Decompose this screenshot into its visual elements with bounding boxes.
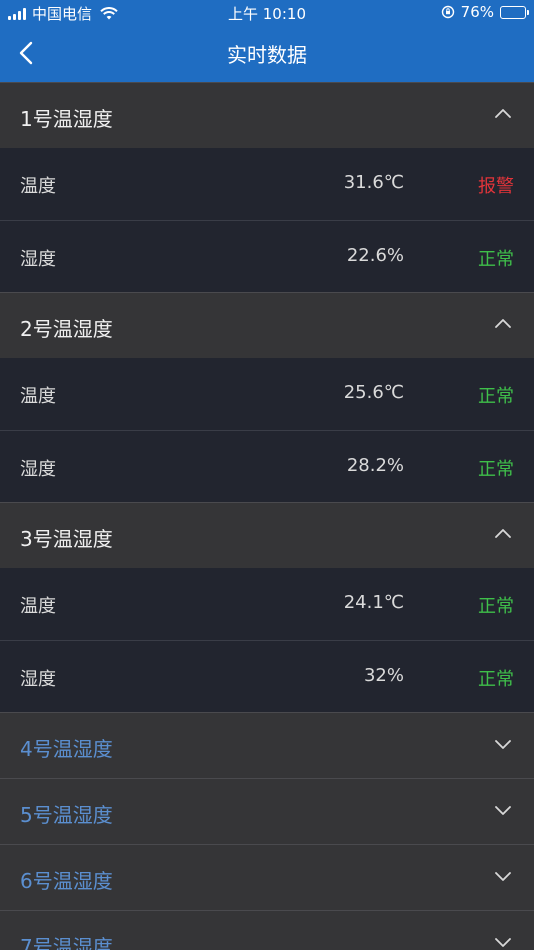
- row-value: 24.1℃: [343, 592, 404, 613]
- group-title: 4号温湿度: [20, 737, 113, 761]
- group-title: 6号温湿度: [20, 869, 113, 893]
- page-title: 实时数据: [227, 43, 307, 67]
- battery-percent: 76%: [460, 3, 494, 21]
- group-header[interactable]: 5号温湿度: [0, 778, 534, 844]
- row-status: 正常: [478, 596, 514, 617]
- chevron-up-icon[interactable]: [494, 105, 512, 123]
- row-label: 温度: [20, 386, 56, 407]
- row-status: 正常: [478, 459, 514, 480]
- row-status: 正常: [478, 669, 514, 690]
- data-row: 湿度 32% 正常: [0, 640, 534, 712]
- data-row: 温度 31.6℃ 报警: [0, 148, 534, 220]
- status-bar: 中国电信 上午 10:10 76%: [0, 0, 534, 24]
- data-row: 湿度 28.2% 正常: [0, 430, 534, 502]
- row-value: 31.6℃: [343, 172, 404, 193]
- row-status: 正常: [478, 249, 514, 270]
- group-rows: 温度 31.6℃ 报警湿度 22.6% 正常: [0, 148, 534, 292]
- chevron-down-icon[interactable]: [494, 801, 512, 819]
- status-right: 76%: [441, 3, 529, 21]
- group-header[interactable]: 1号温湿度: [0, 82, 534, 148]
- data-row: 温度 24.1℃ 正常: [0, 568, 534, 640]
- row-value: 28.2%: [346, 455, 404, 476]
- data-row: 温度 25.6℃ 正常: [0, 358, 534, 430]
- group-title: 5号温湿度: [20, 803, 113, 827]
- realtime-data-list: 1号温湿度 温度 31.6℃ 报警 湿度 22.6% 正常 2号温湿度 温度 25.6℃ 正常 湿度 2…: [0, 82, 534, 950]
- chevron-down-icon[interactable]: [494, 735, 512, 753]
- group-rows: 温度 24.1℃ 正常 湿度 32% 正常: [0, 568, 534, 712]
- orientation-lock-icon: [441, 5, 454, 19]
- row-value: 25.6℃: [343, 382, 404, 403]
- group-header[interactable]: 4号温湿度: [0, 712, 534, 778]
- top-bar: 中国电信 上午 10:10 76% 实时数据: [0, 0, 534, 82]
- row-value: 22.6%: [346, 245, 404, 266]
- group-header[interactable]: 2号温湿度: [0, 292, 534, 358]
- nav-bar: 实时数据: [0, 24, 534, 82]
- row-label: 湿度: [20, 669, 56, 690]
- row-status: 报警: [478, 176, 514, 197]
- chevron-up-icon[interactable]: [494, 525, 512, 543]
- group-header[interactable]: 7号温湿度: [0, 910, 534, 950]
- group-header[interactable]: 6号温湿度: [0, 844, 534, 910]
- data-row: 湿度 22.6% 正常: [0, 220, 534, 292]
- group-title: 7号温湿度: [20, 935, 113, 950]
- group-title: 2号温湿度: [20, 317, 113, 341]
- group-header[interactable]: 3号温湿度: [0, 502, 534, 568]
- group-title: 3号温湿度: [20, 527, 113, 551]
- row-status: 正常: [478, 386, 514, 407]
- row-label: 湿度: [20, 459, 56, 480]
- battery-icon: [500, 5, 529, 19]
- chevron-down-icon[interactable]: [494, 933, 512, 950]
- row-label: 温度: [20, 176, 56, 197]
- row-label: 温度: [20, 596, 56, 617]
- group-title: 1号温湿度: [20, 107, 113, 131]
- chevron-down-icon[interactable]: [494, 867, 512, 885]
- row-label: 湿度: [20, 249, 56, 270]
- row-value: 32%: [363, 665, 404, 686]
- group-rows: 温度 25.6℃ 正常 湿度 28.2% 正常: [0, 358, 534, 502]
- chevron-up-icon[interactable]: [494, 315, 512, 333]
